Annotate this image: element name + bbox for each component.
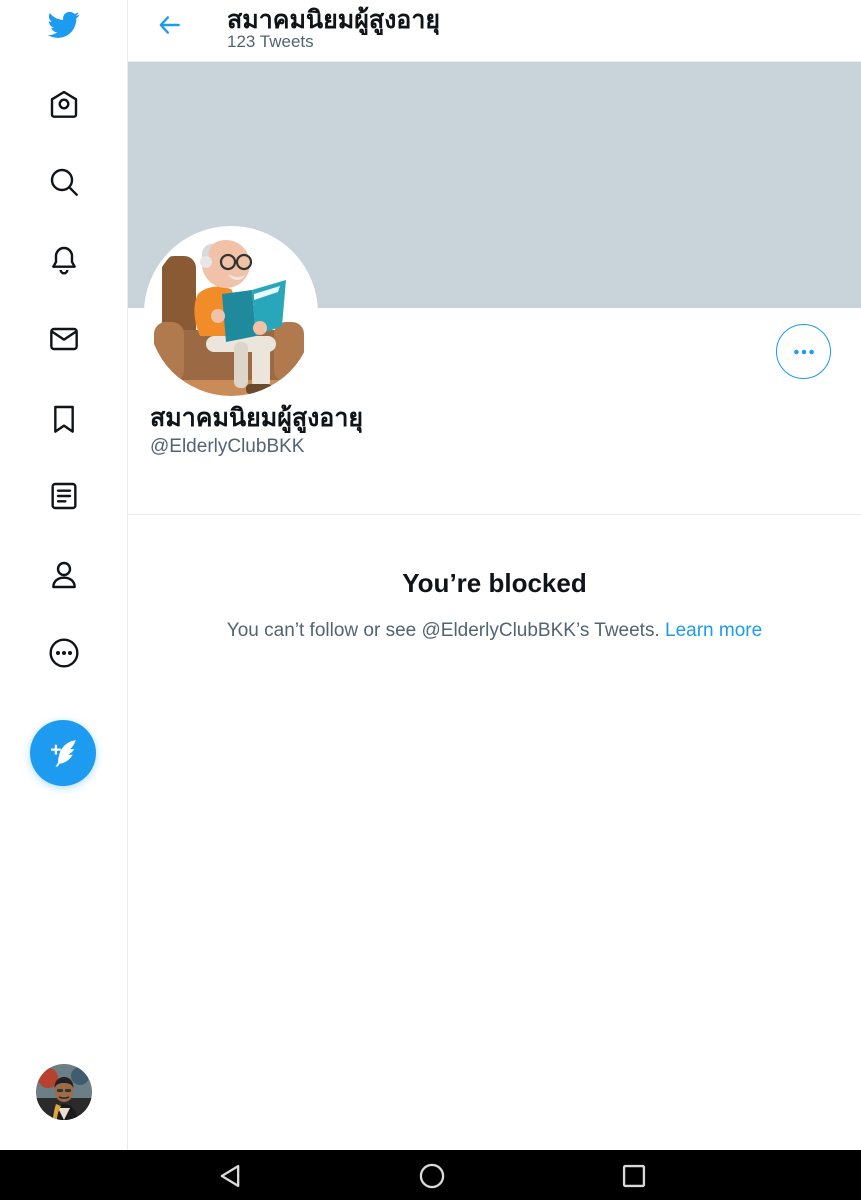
more-circle-icon: [49, 638, 79, 668]
sidebar-item-notifications[interactable]: [32, 228, 96, 292]
sidebar-item-messages[interactable]: [32, 307, 96, 371]
tweet-count: 123 Tweets: [227, 32, 314, 51]
account-photo-image: [36, 1064, 92, 1120]
blocked-message: You can’t follow or see @ElderlyClubBKK’…: [128, 620, 861, 642]
system-navigation-bar: [0, 1150, 861, 1200]
section-divider: [128, 514, 861, 515]
circle-home-icon: [419, 1163, 445, 1189]
sidebar: [0, 0, 128, 1150]
home-icon: [50, 90, 78, 118]
more-horizontal-icon: [793, 349, 814, 354]
bell-icon: [52, 246, 76, 275]
back-button[interactable]: [150, 5, 190, 45]
compose-tweet-icon: [51, 740, 76, 767]
sidebar-item-profile[interactable]: [32, 543, 96, 607]
sidebar-item-lists[interactable]: [32, 464, 96, 528]
profile-display-name: สมาคมนิยมผู้สูงอายุ: [150, 404, 364, 432]
more-options-button[interactable]: [776, 324, 831, 379]
arrow-left-icon: [159, 16, 180, 34]
learn-more-link[interactable]: Learn more: [665, 620, 762, 641]
square-recents-icon: [622, 1164, 646, 1188]
profile-avatar[interactable]: [144, 226, 318, 400]
person-icon: [52, 561, 76, 589]
sidebar-item-home[interactable]: [32, 72, 96, 136]
list-icon: [51, 482, 77, 510]
system-recents-button[interactable]: [616, 1158, 652, 1194]
profile-handle: @ElderlyClubBKK: [150, 436, 305, 457]
twitter-bird-icon: [48, 11, 80, 38]
profile-header-bar: สมาคมนิยมผู้สูงอายุ 123 Tweets: [128, 0, 861, 62]
compose-tweet-button[interactable]: [30, 720, 96, 786]
elderly-man-reading-image: [148, 230, 314, 396]
sidebar-item-more[interactable]: [32, 621, 96, 685]
system-back-button[interactable]: [212, 1158, 248, 1194]
twitter-logo-icon[interactable]: [32, 0, 96, 56]
sidebar-item-bookmarks[interactable]: [32, 387, 96, 451]
system-home-button[interactable]: [414, 1158, 450, 1194]
app-window: สมาคมนิยมผู้สูงอายุ 123 Tweets สมาคมนิยม…: [0, 0, 861, 1150]
blocked-title: You’re blocked: [402, 568, 587, 598]
main-column: สมาคมนิยมผู้สูงอายุ 123 Tweets สมาคมนิยม…: [128, 0, 861, 1150]
mail-icon: [50, 327, 78, 351]
blocked-message-text: You can’t follow or see @ElderlyClubBKK’…: [226, 620, 660, 641]
triangle-back-icon: [220, 1164, 240, 1188]
search-icon: [50, 168, 78, 196]
bookmark-icon: [54, 405, 74, 433]
sidebar-item-explore[interactable]: [32, 150, 96, 214]
account-avatar[interactable]: [36, 1064, 92, 1120]
